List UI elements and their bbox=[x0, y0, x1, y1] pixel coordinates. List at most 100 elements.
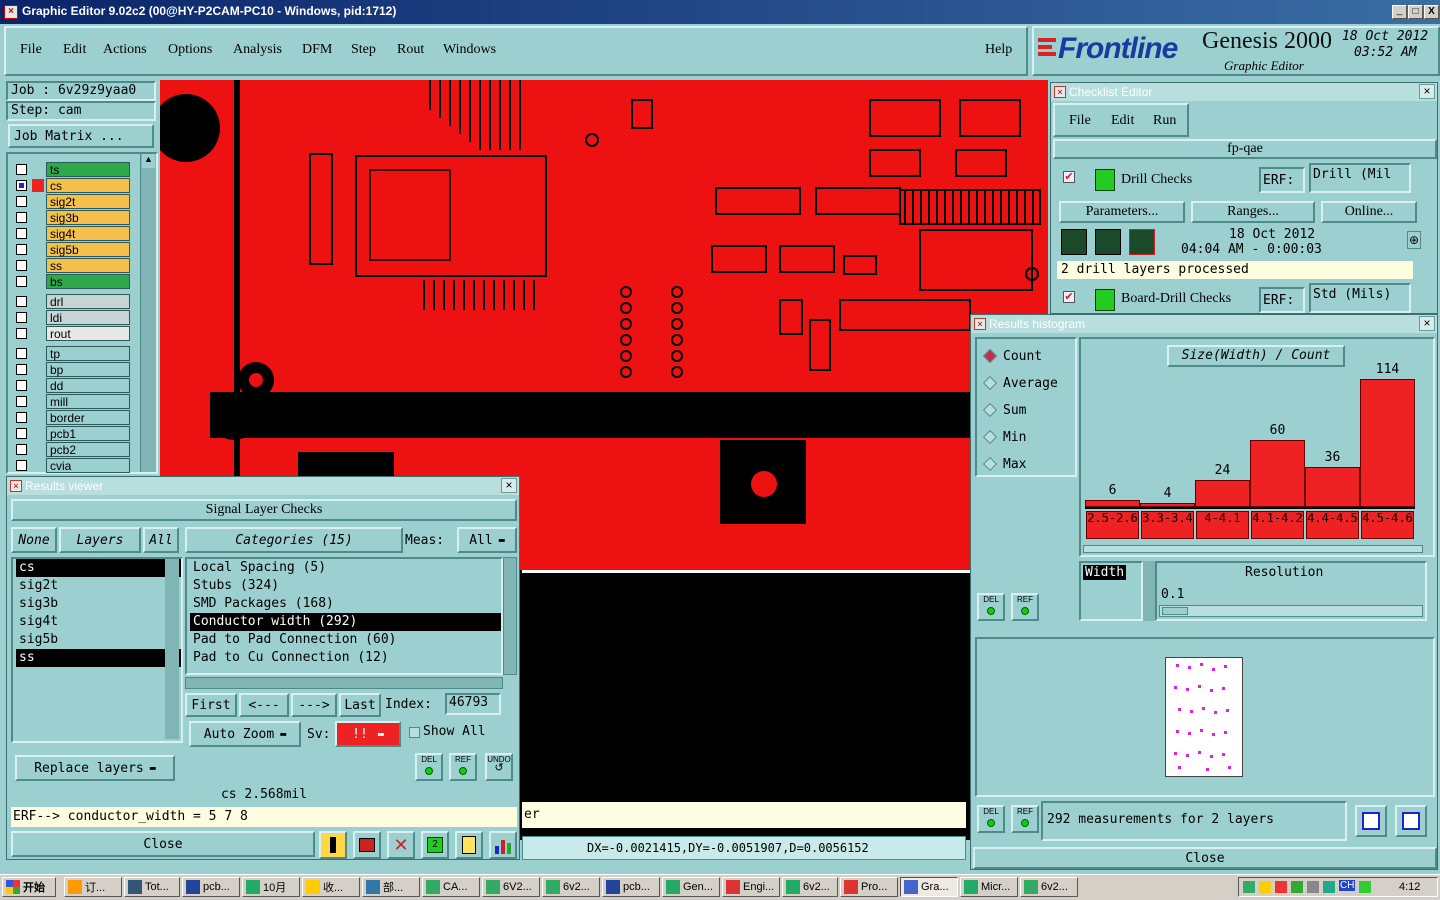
category-item[interactable]: Conductor width (292) bbox=[190, 613, 501, 631]
report-icon[interactable] bbox=[1395, 805, 1427, 837]
layer-row-ss[interactable]: ss bbox=[12, 258, 130, 273]
hist-del-button-2[interactable]: DEL bbox=[977, 805, 1005, 833]
results-viewer-close-icon[interactable]: × bbox=[501, 478, 517, 493]
result-layer-item[interactable]: sig5b bbox=[16, 631, 181, 649]
bar-chart-icon[interactable] bbox=[489, 831, 517, 859]
histogram-bar[interactable] bbox=[1195, 480, 1250, 507]
tray-icon[interactable] bbox=[1243, 881, 1255, 893]
prev-button[interactable]: <--- bbox=[239, 693, 289, 717]
axis-scrollbar[interactable] bbox=[1143, 561, 1155, 621]
tray-icon[interactable] bbox=[1359, 881, 1371, 893]
layer-row-ts[interactable]: ts bbox=[12, 162, 130, 177]
check-drill-enable[interactable]: ✔ bbox=[1063, 171, 1075, 183]
minimize-button[interactable]: _ bbox=[1392, 5, 1407, 19]
categories-button[interactable]: Categories (15) bbox=[185, 527, 403, 553]
show-all-checkbox[interactable] bbox=[409, 727, 420, 738]
layer-results-list[interactable]: cs sig2t sig3b sig4t sig5b ss bbox=[11, 557, 183, 743]
taskbar-item[interactable]: Gra... bbox=[900, 877, 958, 897]
categories-list[interactable]: Local Spacing (5) Stubs (324) SMD Packages… bbox=[185, 557, 503, 675]
menu-edit[interactable]: Edit bbox=[63, 42, 86, 58]
taskbar-item[interactable]: 6v2... bbox=[1020, 877, 1078, 897]
taskbar-item[interactable]: 部... bbox=[362, 877, 420, 897]
layer-checkbox[interactable] bbox=[16, 180, 27, 191]
none-button[interactable]: None bbox=[11, 527, 57, 553]
auto-zoom-select[interactable]: Auto Zoom ▬ bbox=[189, 721, 301, 747]
taskbar-item[interactable]: Tot... bbox=[124, 877, 180, 897]
layer-checkbox[interactable] bbox=[16, 396, 27, 407]
menu-analysis[interactable]: Analysis bbox=[233, 42, 282, 58]
layer-checkbox[interactable] bbox=[16, 460, 27, 471]
layer-row-sig5b[interactable]: sig5b bbox=[12, 242, 130, 257]
layer-row-bs[interactable]: bs bbox=[12, 274, 130, 289]
layer-checkbox[interactable] bbox=[16, 228, 27, 239]
layer-checkbox[interactable] bbox=[16, 164, 27, 175]
next-button[interactable]: ---> bbox=[291, 693, 337, 717]
category-item[interactable]: Pad to Cu Connection (12) bbox=[190, 649, 501, 667]
checklist-menu-file[interactable]: File bbox=[1069, 113, 1091, 129]
taskbar-item[interactable]: Gen... bbox=[662, 877, 720, 897]
checklist-close-icon[interactable]: × bbox=[1419, 84, 1435, 99]
menu-help[interactable]: Help bbox=[985, 42, 1012, 58]
layer-row-ldi[interactable]: ldi bbox=[12, 310, 130, 325]
layer-checkbox[interactable] bbox=[16, 312, 27, 323]
del-button[interactable]: DEL bbox=[415, 753, 443, 781]
checklist-menu-edit[interactable]: Edit bbox=[1111, 113, 1134, 129]
first-button[interactable]: First bbox=[185, 693, 237, 717]
cancel-icon[interactable]: ✕ bbox=[387, 831, 415, 859]
histogram-bar[interactable] bbox=[1305, 467, 1360, 507]
hist-ref-button-2[interactable]: REF bbox=[1011, 805, 1039, 833]
hist-ref-button[interactable]: REF bbox=[1011, 593, 1039, 621]
layer-row-tp[interactable]: tp bbox=[12, 346, 130, 361]
result-layer-item[interactable]: sig4t bbox=[16, 613, 181, 631]
option-sum[interactable]: Sum bbox=[982, 399, 1073, 421]
category-item[interactable]: Local Spacing (5) bbox=[190, 559, 501, 577]
results-close-button[interactable]: Close bbox=[11, 831, 315, 857]
tray-icon[interactable] bbox=[1307, 881, 1319, 893]
category-item[interactable]: SMD Packages (168) bbox=[190, 595, 501, 613]
ranges-button[interactable]: Ranges... bbox=[1191, 201, 1315, 223]
run-all-icon[interactable] bbox=[1095, 229, 1121, 255]
notes-icon[interactable] bbox=[455, 831, 483, 859]
language-indicator[interactable]: CH bbox=[1339, 880, 1356, 891]
undo-button[interactable]: UNDO ↺ bbox=[485, 753, 513, 781]
layer-row-sig3b[interactable]: sig3b bbox=[12, 210, 130, 225]
last-button[interactable]: Last bbox=[339, 693, 381, 717]
run-stop-icon[interactable] bbox=[1129, 229, 1155, 255]
result-layer-item[interactable]: sig3b bbox=[16, 595, 181, 613]
checklist-menu-run[interactable]: Run bbox=[1153, 113, 1176, 129]
layer-row-dd[interactable]: dd bbox=[12, 378, 130, 393]
option-count[interactable]: Count bbox=[982, 345, 1073, 367]
layer-list-scrollbar[interactable]: ▲ bbox=[140, 154, 156, 472]
taskbar-item[interactable]: 收... bbox=[302, 877, 360, 897]
tray-icon[interactable] bbox=[1275, 881, 1287, 893]
menu-actions[interactable]: Actions bbox=[103, 42, 147, 58]
layer-checkbox[interactable] bbox=[16, 348, 27, 359]
category-item[interactable]: Stubs (324) bbox=[190, 577, 501, 595]
layer-checkbox[interactable] bbox=[16, 444, 27, 455]
run-icon[interactable] bbox=[1061, 229, 1087, 255]
layer-checkbox[interactable] bbox=[16, 364, 27, 375]
layer-checkbox[interactable] bbox=[16, 296, 27, 307]
tray-icon[interactable] bbox=[1323, 881, 1335, 893]
layer-row-border[interactable]: border bbox=[12, 410, 130, 425]
option-min[interactable]: Min bbox=[982, 426, 1073, 448]
histogram-close-icon[interactable]: × bbox=[1419, 316, 1435, 331]
layer-checkbox[interactable] bbox=[16, 260, 27, 271]
erf-value-2[interactable]: Std (Mils) bbox=[1309, 283, 1411, 313]
taskbar-item[interactable]: 6v2... bbox=[782, 877, 838, 897]
index-input[interactable]: 46793 bbox=[445, 693, 501, 715]
check-board-drill-enable[interactable]: ✔ bbox=[1063, 291, 1075, 303]
chart-hscrollbar[interactable] bbox=[1083, 545, 1423, 553]
taskbar-item[interactable]: pcb... bbox=[602, 877, 660, 897]
layer-checkbox[interactable] bbox=[16, 196, 27, 207]
export-icon[interactable] bbox=[1355, 805, 1387, 837]
layer-row-rout[interactable]: rout bbox=[12, 326, 130, 341]
parameters-button[interactable]: Parameters... bbox=[1059, 201, 1185, 223]
layer-checkbox[interactable] bbox=[16, 428, 27, 439]
online-button[interactable]: Online... bbox=[1321, 201, 1417, 223]
resolution-slider[interactable] bbox=[1159, 605, 1423, 617]
ref-button[interactable]: REF bbox=[449, 753, 477, 781]
exit-icon[interactable] bbox=[353, 831, 381, 859]
categories-hscrollbar[interactable] bbox=[185, 677, 503, 689]
layer-checkbox[interactable] bbox=[16, 380, 27, 391]
